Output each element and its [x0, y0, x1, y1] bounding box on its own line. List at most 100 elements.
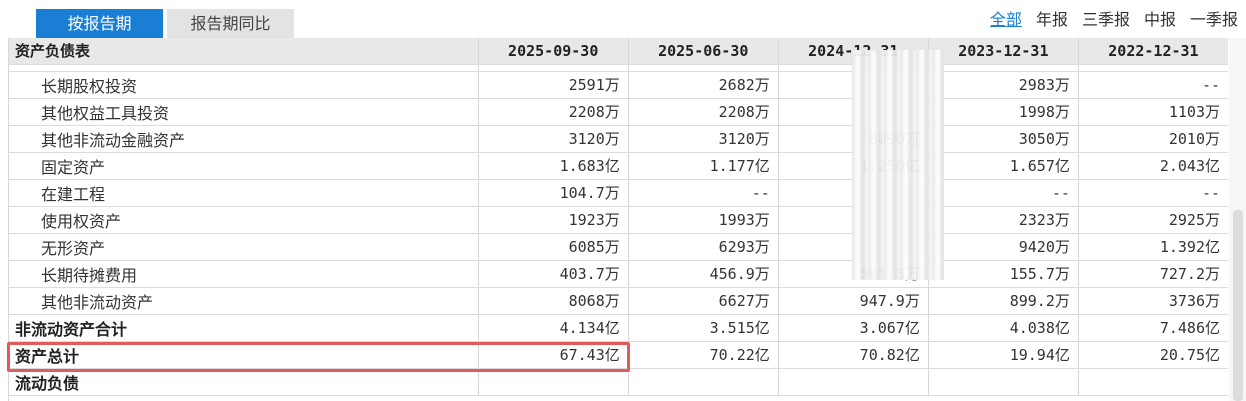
table-row: 在建工程 104.7万 -- -- --	[9, 179, 1228, 207]
row-label: 资产总计	[9, 341, 479, 369]
row-value	[778, 233, 929, 261]
row-label: 使用权资产	[9, 206, 479, 234]
row-value: 456.9万	[628, 260, 779, 288]
column-date[interactable]: 2025-09-30	[478, 38, 629, 65]
table-row: 长期待摊费用 403.7万 456.9万 501.3万 155.7万 727.2万	[9, 260, 1228, 288]
row-value: 7.486亿	[1078, 314, 1228, 342]
table-header-row: 资产负债表 2025-09-30 2025-06-30 2024-12-31 2…	[9, 38, 1228, 65]
row-value: 2983万	[928, 71, 1079, 99]
row-label: 非流动资产合计	[9, 314, 479, 342]
table-row: 其他非流动资产 8068万 6627万 947.9万 899.2万 3736万	[9, 287, 1228, 315]
row-value: 947.9万	[778, 287, 929, 315]
row-value: 3050万	[928, 125, 1079, 153]
row-value	[778, 179, 929, 207]
filter-annual[interactable]: 年报	[1036, 6, 1068, 29]
scrollbar-thumb[interactable]	[1233, 210, 1243, 401]
row-label: 其他非流动资产	[9, 287, 479, 315]
row-value	[778, 71, 929, 99]
row-value: 2591万	[478, 71, 629, 99]
tab-period-yoy[interactable]: 报告期同比	[167, 9, 294, 38]
row-value: 4.134亿	[478, 314, 629, 342]
row-value: 67.43亿	[478, 341, 629, 369]
row-value	[628, 368, 779, 396]
row-label: 其他权益工具投资	[9, 98, 479, 126]
row-value: 2323万	[928, 206, 1079, 234]
column-date[interactable]: 2022-12-31	[1078, 38, 1228, 65]
table-row: 其他权益工具投资 2208万 2208万 1998万 1103万	[9, 98, 1228, 126]
row-value: 3736万	[1078, 287, 1228, 315]
row-value: 1.392亿	[1078, 233, 1228, 261]
balance-sheet-table: 资产负债表 2025-09-30 2025-06-30 2024-12-31 2…	[9, 38, 1228, 396]
row-value: 6293万	[628, 233, 779, 261]
column-date[interactable]: 2024-12-31	[778, 38, 929, 65]
row-value: 1.657亿	[928, 152, 1079, 180]
row-value: 1.177亿	[628, 152, 779, 180]
table-row: 无形资产 6085万 6293万 9420万 1.392亿	[9, 233, 1228, 261]
column-date[interactable]: 2023-12-31	[928, 38, 1079, 65]
filter-interim[interactable]: 中报	[1144, 6, 1176, 29]
row-value	[778, 206, 929, 234]
table-title: 资产负债表	[9, 38, 479, 65]
table-row: 其他非流动金融资产 3120万 3120万 3090万 3050万 2010万	[9, 125, 1228, 153]
table-row: 固定资产 1.683亿 1.177亿 1.250亿 1.657亿 2.043亿	[9, 152, 1228, 180]
table-row: 使用权资产 1923万 1993万 2323万 2925万	[9, 206, 1228, 234]
tab-by-period[interactable]: 按报告期	[36, 9, 163, 38]
row-value: 20.75亿	[1078, 341, 1228, 369]
row-value: 2.043亿	[1078, 152, 1228, 180]
row-value: 3.067亿	[778, 314, 929, 342]
row-value: 727.2万	[1078, 260, 1228, 288]
row-value: 899.2万	[928, 287, 1079, 315]
row-value: 3120万	[478, 125, 629, 153]
row-value: 1998万	[928, 98, 1079, 126]
table-row-gap	[9, 64, 1228, 72]
row-label: 流动负债	[9, 368, 479, 396]
row-value: 1103万	[1078, 98, 1228, 126]
balance-sheet-grid: 资产负债表 2025-09-30 2025-06-30 2024-12-31 2…	[8, 38, 1228, 401]
table-body: 长期股权投资 2591万 2682万 2983万 -- 其他权益工具投资 2208万 2208…	[9, 64, 1228, 396]
row-value: 2208万	[478, 98, 629, 126]
row-label: 长期待摊费用	[9, 260, 479, 288]
filter-all[interactable]: 全部	[990, 6, 1022, 29]
filter-q3[interactable]: 三季报	[1082, 6, 1130, 29]
filter-q1[interactable]: 一季报	[1190, 6, 1238, 29]
row-label: 无形资产	[9, 233, 479, 261]
row-value: 2010万	[1078, 125, 1228, 153]
row-value: 3120万	[628, 125, 779, 153]
table-row: 流动负债	[9, 368, 1228, 396]
column-date[interactable]: 2025-06-30	[628, 38, 779, 65]
row-value: 6085万	[478, 233, 629, 261]
row-value: --	[628, 179, 779, 207]
row-value	[928, 368, 1079, 396]
row-value: 2925万	[1078, 206, 1228, 234]
row-value: 70.82亿	[778, 341, 929, 369]
row-value: 6627万	[628, 287, 779, 315]
row-value: 2682万	[628, 71, 779, 99]
row-value: 501.3万	[778, 260, 929, 288]
row-value: 9420万	[928, 233, 1079, 261]
row-value: 3.515亿	[628, 314, 779, 342]
row-value	[1078, 368, 1228, 396]
row-value: 4.038亿	[928, 314, 1079, 342]
period-filter: 全部 年报 三季报 中报 一季报	[990, 6, 1238, 29]
table-row: 长期股权投资 2591万 2682万 2983万 --	[9, 71, 1228, 99]
row-label: 长期股权投资	[9, 71, 479, 99]
table-row: 资产总计 67.43亿 70.22亿 70.82亿 19.94亿 20.75亿	[9, 341, 1228, 369]
row-value: 19.94亿	[928, 341, 1079, 369]
row-value: --	[1078, 71, 1228, 99]
row-value	[478, 368, 629, 396]
table-row: 非流动资产合计 4.134亿 3.515亿 3.067亿 4.038亿 7.486亿	[9, 314, 1228, 342]
row-value: 1.250亿	[778, 152, 929, 180]
row-value: 1923万	[478, 206, 629, 234]
row-value: --	[928, 179, 1079, 207]
row-value	[778, 98, 929, 126]
row-value: 8068万	[478, 287, 629, 315]
row-label: 固定资产	[9, 152, 479, 180]
row-label: 其他非流动金融资产	[9, 125, 479, 153]
row-value	[778, 368, 929, 396]
row-value: 104.7万	[478, 179, 629, 207]
row-value: 155.7万	[928, 260, 1079, 288]
row-value: 1.683亿	[478, 152, 629, 180]
row-value: 3090万	[778, 125, 929, 153]
row-label: 在建工程	[9, 179, 479, 207]
row-value: 70.22亿	[628, 341, 779, 369]
